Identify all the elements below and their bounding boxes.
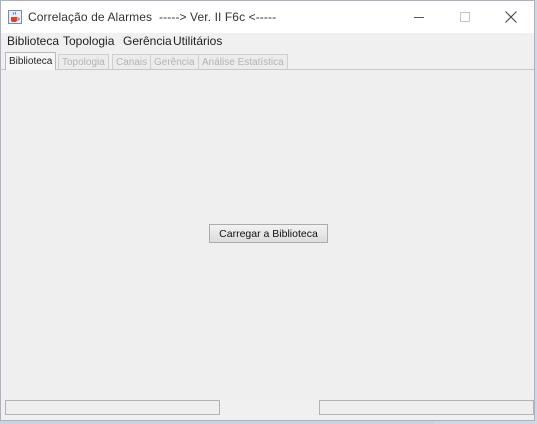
window-title: Correlação de Alarmes -----> Ver. II F6c… <box>28 10 277 24</box>
menu-utilitarios[interactable]: Utilitários <box>173 34 222 48</box>
menu-topologia[interactable]: Topologia <box>63 34 114 48</box>
status-bar <box>1 398 534 420</box>
tab-strip: Biblioteca Topologia Canais Gerência Aná… <box>1 52 534 70</box>
tab-topologia[interactable]: Topologia <box>58 54 109 69</box>
app-window: Correlação de Alarmes -----> Ver. II F6c… <box>0 0 535 421</box>
status-field-right <box>319 400 534 415</box>
tab-gerencia[interactable]: Gerência <box>150 54 199 69</box>
close-icon <box>505 11 517 23</box>
tab-canais[interactable]: Canais <box>112 54 152 69</box>
title-bar[interactable]: Correlação de Alarmes -----> Ver. II F6c… <box>1 1 534 33</box>
maximize-button[interactable] <box>442 1 488 33</box>
status-field-left <box>5 400 220 415</box>
tab-analise-estatistica[interactable]: Análise Estatística <box>198 54 288 69</box>
menu-bar: Biblioteca Topologia Gerência Utilitário… <box>1 33 534 51</box>
load-library-button[interactable]: Carregar a Biblioteca <box>209 224 328 243</box>
java-coffee-cup-icon <box>8 10 22 24</box>
menu-gerencia[interactable]: Gerência <box>123 34 172 48</box>
minimize-button[interactable] <box>396 1 442 33</box>
menu-biblioteca[interactable]: Biblioteca <box>7 34 59 48</box>
minimize-icon <box>413 16 424 18</box>
tab-biblioteca[interactable]: Biblioteca <box>5 52 57 70</box>
maximize-icon <box>459 11 470 22</box>
close-button[interactable] <box>488 1 534 33</box>
